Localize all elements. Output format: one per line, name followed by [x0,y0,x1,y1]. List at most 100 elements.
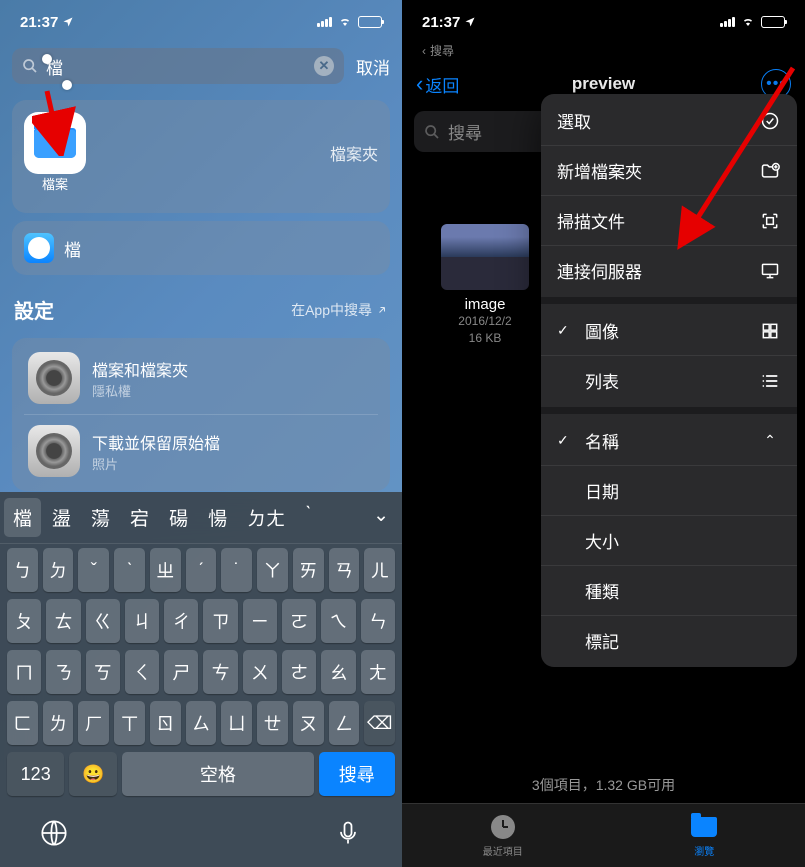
key[interactable]: ㄘ [203,650,237,694]
key[interactable]: ˇ [78,548,109,592]
menu-item[interactable]: ✓圖像 [541,306,797,356]
safari-label: 檔 [64,236,81,261]
menu-item[interactable]: 掃描文件 [541,196,797,246]
backspace-key[interactable]: ⌫ [364,701,395,745]
key[interactable]: ˋ [114,548,145,592]
key[interactable]: ㄆ [7,599,41,643]
key[interactable]: ㄉ [43,548,74,592]
expand-candidates[interactable]: ⌄ [364,498,398,537]
menu-item[interactable]: ✓名稱⌃ [541,416,797,466]
cancel-button[interactable]: 取消 [356,54,390,79]
globe-icon[interactable] [40,819,68,847]
menu-item[interactable]: 日期 [541,466,797,516]
menu-item[interactable]: 大小 [541,516,797,566]
candidate[interactable]: ˋ [296,498,320,537]
file-date: 2016/12/2 [430,313,540,330]
key[interactable]: ㄢ [329,548,360,592]
clear-button[interactable]: ✕ [314,56,334,76]
key[interactable]: ㄥ [329,701,360,745]
menu-item[interactable]: 連接伺服器 [541,246,797,295]
file-item[interactable]: image 2016/12/2 16 KB [430,224,540,347]
search-icon [424,124,440,140]
num-key[interactable]: 123 [7,752,64,796]
list-icon [759,370,781,392]
file-size: 16 KB [430,330,540,347]
key[interactable]: ㄖ [150,701,181,745]
key[interactable]: ㄋ [46,650,80,694]
key[interactable]: ㄙ [186,701,217,745]
grid-icon [759,320,781,342]
key[interactable]: ㄞ [293,548,324,592]
key[interactable]: ㄨ [243,650,277,694]
search-in-app-link[interactable]: 在App中搜尋 [291,300,388,320]
tab-browse[interactable]: 瀏覽 [604,804,805,867]
category-label: 檔案夾 [330,141,378,165]
key[interactable]: ㄏ [78,701,109,745]
menu-item[interactable]: 種類 [541,566,797,616]
key[interactable]: ㄑ [125,650,159,694]
setting-files-folders[interactable]: 檔案和檔案夾隱私權 [24,342,378,414]
emoji-key[interactable]: 😀 [69,752,117,796]
menu-item[interactable]: 選取 [541,96,797,146]
wifi-icon [337,16,353,28]
apps-card: 檔案 檔案夾 [12,100,390,213]
key[interactable]: ㄜ [282,650,316,694]
candidate[interactable]: 檔 [4,498,41,537]
menu-item[interactable]: 列表 [541,356,797,405]
search-key[interactable]: 搜尋 [319,752,396,796]
files-app-icon[interactable] [24,112,86,174]
key[interactable]: ㄔ [164,599,198,643]
key[interactable]: ㄦ [364,548,395,592]
settings-title: 設定 [14,295,54,324]
key[interactable]: ㄇ [7,650,41,694]
safari-card[interactable]: 檔 [12,221,390,275]
candidate[interactable]: ㄉㄤ [238,498,294,537]
search-input[interactable] [46,56,306,76]
key[interactable]: ㄛ [282,599,316,643]
battery-icon [761,16,785,28]
menu-item[interactable]: 標記 [541,616,797,665]
chevron-icon [759,630,781,652]
candidates-bar[interactable]: 檔盪蕩宕碭愓ㄉㄤˋ ⌄ [0,492,402,544]
key[interactable]: ㄟ [321,599,355,643]
mic-icon[interactable] [334,819,362,847]
key[interactable]: ㄊ [46,599,80,643]
tab-recents[interactable]: 最近項目 [402,804,604,867]
key[interactable]: ㄚ [257,548,288,592]
chevron-icon [759,480,781,502]
key[interactable]: ㄍ [86,599,120,643]
key[interactable]: ㄕ [164,650,198,694]
key[interactable]: ㄅ [7,548,38,592]
key[interactable]: ㄈ [7,701,38,745]
key[interactable]: ˙ [221,548,252,592]
setting-download-originals[interactable]: 下載並保留原始檔照片 [24,414,378,487]
key[interactable]: ㄐ [125,599,159,643]
key[interactable]: ㄒ [114,701,145,745]
battery-icon [358,16,382,28]
key[interactable]: ㄌ [43,701,74,745]
key[interactable]: ㄝ [257,701,288,745]
candidate[interactable]: 盪 [43,498,80,537]
key[interactable]: ㄤ [361,650,395,694]
settings-card: 檔案和檔案夾隱私權 下載並保留原始檔照片 [12,338,390,491]
key[interactable]: ㄧ [243,599,277,643]
key[interactable]: ˊ [186,548,217,592]
key[interactable]: ㄎ [86,650,120,694]
key[interactable]: ㄗ [203,599,237,643]
folder-icon [34,128,76,158]
key[interactable]: ㄓ [150,548,181,592]
back-button[interactable]: ‹ 返回 [416,71,459,97]
key[interactable]: ㄡ [293,701,324,745]
settings-icon [28,425,80,477]
candidate[interactable]: 宕 [121,498,158,537]
search-box[interactable]: ✕ [12,48,344,84]
search-placeholder: 搜尋 [448,119,482,144]
candidate[interactable]: 蕩 [82,498,119,537]
candidate[interactable]: 愓 [199,498,236,537]
space-key[interactable]: 空格 [122,752,313,796]
menu-item[interactable]: 新增檔案夾 [541,146,797,196]
key[interactable]: ㄣ [361,599,395,643]
key[interactable]: ㄠ [321,650,355,694]
key[interactable]: ㄩ [221,701,252,745]
candidate[interactable]: 碭 [160,498,197,537]
